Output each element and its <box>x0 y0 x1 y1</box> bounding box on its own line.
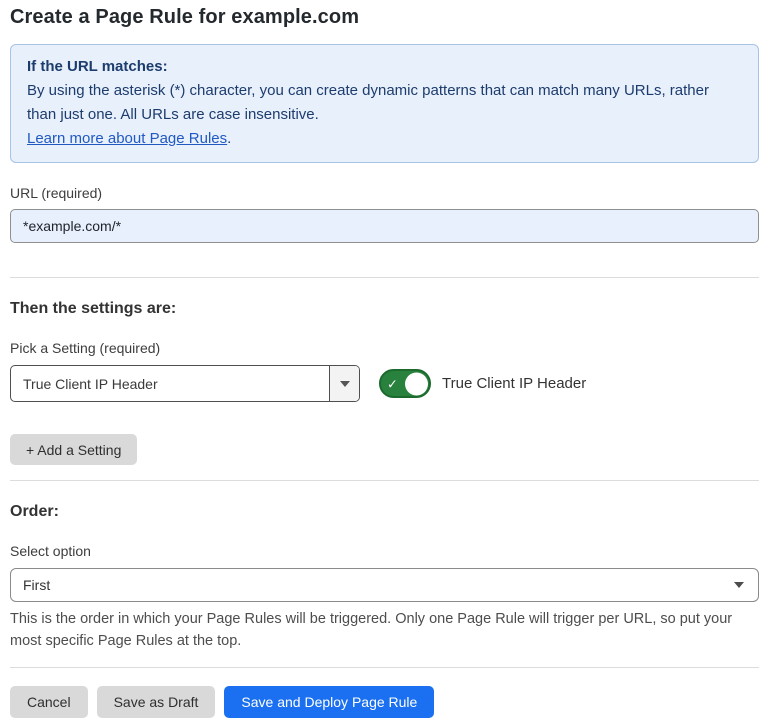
divider <box>10 480 759 481</box>
order-select[interactable]: First <box>10 568 759 602</box>
save-deploy-button[interactable]: Save and Deploy Page Rule <box>224 686 434 718</box>
setting-select-arrow-button[interactable] <box>329 366 359 401</box>
link-period: . <box>227 130 231 147</box>
divider <box>10 667 759 668</box>
order-section-heading: Order: <box>10 502 759 521</box>
add-setting-button[interactable]: + Add a Setting <box>10 434 137 465</box>
page-title: Create a Page Rule for example.com <box>10 5 759 29</box>
caret-down-icon <box>340 381 350 387</box>
info-box-body: By using the asterisk (*) character, you… <box>27 79 742 127</box>
setting-select-value: True Client IP Header <box>11 366 329 401</box>
check-icon: ✓ <box>387 377 398 390</box>
caret-down-icon <box>734 582 744 588</box>
learn-more-link[interactable]: Learn more about Page Rules <box>27 130 227 147</box>
order-select-value: First <box>23 577 50 593</box>
pick-setting-label: Pick a Setting (required) <box>10 340 759 357</box>
order-help-text: This is the order in which your Page Rul… <box>10 608 755 652</box>
url-field-label: URL (required) <box>10 185 759 202</box>
url-match-info-box: If the URL matches: By using the asteris… <box>10 44 759 163</box>
info-box-heading: If the URL matches: <box>27 55 742 79</box>
settings-section-heading: Then the settings are: <box>10 299 759 318</box>
footer-actions: Cancel Save as Draft Save and Deploy Pag… <box>10 686 759 718</box>
setting-select[interactable]: True Client IP Header <box>10 365 360 402</box>
toggle-label: True Client IP Header <box>442 375 586 392</box>
divider <box>10 277 759 278</box>
url-input[interactable] <box>10 209 759 243</box>
order-select-label: Select option <box>10 543 759 560</box>
info-box-link-line: Learn more about Page Rules. <box>27 127 742 151</box>
toggle-knob <box>405 372 428 395</box>
true-client-ip-toggle[interactable]: ✓ <box>379 369 431 398</box>
save-draft-button[interactable]: Save as Draft <box>97 686 216 718</box>
setting-row: True Client IP Header ✓ True Client IP H… <box>10 365 759 402</box>
cancel-button[interactable]: Cancel <box>10 686 88 718</box>
